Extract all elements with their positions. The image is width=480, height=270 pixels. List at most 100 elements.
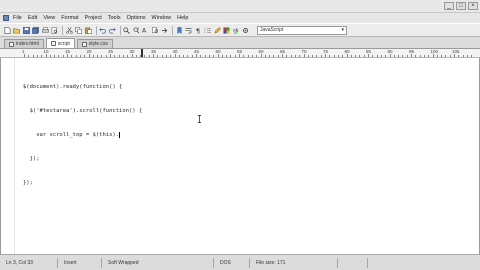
ruler-tick [247,55,249,57]
ruler-tick [419,55,421,57]
tab-label: script [57,40,70,47]
close-button[interactable]: × [468,2,478,10]
toolbar-separator [119,25,121,35]
syntax-dropdown[interactable]: JavaScript ▾ [257,25,347,35]
ruler-tick [462,55,464,57]
ruler-tick [243,55,245,57]
ruler-tick [105,55,107,57]
find-in-files-icon[interactable] [151,26,159,34]
cut-icon[interactable] [65,26,73,34]
ruler-tick [406,55,408,57]
document-tabs: index.html script style.css [0,37,480,49]
tab-index-html[interactable]: index.html [4,39,44,48]
settings-icon[interactable] [242,26,250,34]
open-folder-icon[interactable] [13,26,21,34]
tab-style-css[interactable]: style.css [76,39,113,48]
code-line-current: var scroll_top = $(this). [23,131,142,139]
pencil-icon[interactable] [213,26,221,34]
ruler-tick [174,54,176,57]
ruler-tick [58,55,60,57]
ruler-tick [458,55,460,57]
code-area[interactable]: $(document).ready(function() { $('#texta… [23,67,142,203]
ruler-tick [170,55,172,57]
svg-text:¶: ¶ [195,27,199,34]
pilcrow-icon[interactable]: ¶ [194,26,202,34]
undo-icon[interactable] [99,26,107,34]
status-extra-cell [338,257,368,268]
ruler-tick [325,54,326,57]
ruler-tick [445,55,447,57]
save-all-icon[interactable] [32,26,40,34]
paste-icon[interactable] [84,26,92,34]
ruler-tick [88,54,90,57]
insert-mode[interactable]: Insert [58,257,102,268]
code-editor[interactable]: $(document).ready(function() { $('#texta… [0,58,480,254]
ruler-tick [251,55,253,57]
bookmark-icon[interactable] [175,26,183,34]
ruler-tick [312,55,314,57]
svg-text:ab: ab [233,27,239,33]
ruler-tick [466,55,468,57]
indent-guide-icon[interactable] [204,26,212,34]
ruler-tick [402,55,404,57]
print-preview-icon[interactable] [51,26,59,34]
tab-script[interactable]: script [45,38,75,48]
goto-icon[interactable] [161,26,169,34]
ruler-tick [368,54,369,57]
ruler-tick [226,55,228,57]
copy-icon[interactable] [75,26,83,34]
ruler-tick [316,55,318,57]
ruler-tick [67,54,68,57]
code-line-text: var scroll_top = $(this). [23,132,120,138]
svg-text:A: A [142,27,147,33]
menu-tools[interactable]: Tools [108,15,121,21]
ruler-tick [436,55,438,57]
toolbar-separator [62,25,63,35]
ruler-tick [191,55,193,57]
menu-view[interactable]: View [43,15,55,21]
save-icon[interactable] [22,26,30,34]
maximize-button[interactable]: □ [456,2,466,10]
ruler-tick [294,55,296,57]
ruler-tick [217,54,219,57]
menu-help[interactable]: Help [177,15,188,21]
ruler-tick [441,55,443,57]
menu-bar: File Edit View Format Project Tools Opti… [0,13,480,23]
word-wrap-icon[interactable] [185,26,193,34]
menu-options[interactable]: Options [127,15,146,21]
ruler-tick [114,55,116,57]
document-icon [9,41,14,47]
ruler-tick [380,55,382,57]
find-icon[interactable] [123,26,131,34]
cursor-position: Ln 3, Col 33 [0,257,58,268]
line-ending[interactable]: DOS [214,257,250,268]
ruler-tick [208,55,210,57]
wrap-mode[interactable]: Soft Wrapped [102,257,214,268]
print-icon[interactable] [41,26,49,34]
ruler-tick [471,55,473,57]
menu-project[interactable]: Project [85,15,102,21]
ruler-tick [36,55,38,57]
minimize-button[interactable]: _ [444,2,454,10]
ruler-tick [62,55,64,57]
spell-check-icon[interactable]: ab [232,26,240,34]
replace-icon[interactable]: A [142,26,150,34]
menu-window[interactable]: Window [152,15,172,21]
ruler-tick [204,55,206,57]
find-next-icon[interactable] [132,26,140,34]
ruler-tick [122,55,124,57]
ruler-tick [385,55,387,57]
toolbar: A ¶ ab JavaScript ▾ [0,23,480,37]
ruler-tick [320,55,322,57]
code-line: $('#textarea').scroll(function() { [23,108,143,114]
chevron-down-icon: ▾ [341,27,344,33]
redo-icon[interactable] [108,26,116,34]
ruler-tick [355,55,357,57]
menu-edit[interactable]: Edit [28,15,37,21]
ruler-tick [230,55,232,57]
color-picker-icon[interactable] [223,26,231,34]
menu-file[interactable]: File [13,15,22,21]
new-file-icon[interactable] [3,26,11,34]
ruler-tick [346,54,348,57]
menu-format[interactable]: Format [61,15,78,21]
